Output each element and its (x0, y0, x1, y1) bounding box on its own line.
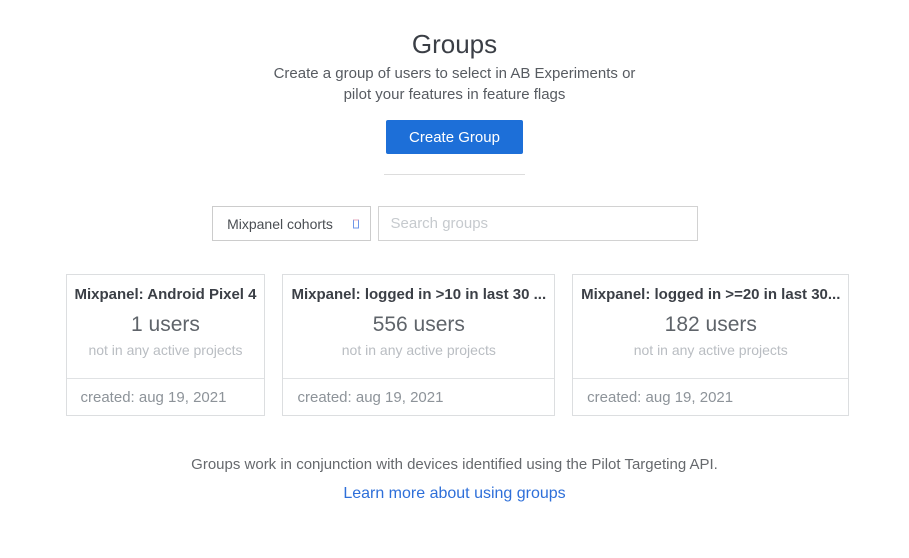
header-divider (384, 174, 525, 175)
group-card-title: Mixpanel: Android Pixel 4 (67, 285, 265, 305)
group-card-body: Mixpanel: logged in >10 in last 30 ... 5… (283, 275, 554, 378)
group-card-body: Mixpanel: logged in >=20 in last 30... 1… (573, 275, 848, 378)
page-subtitle: Create a group of users to select in AB … (0, 63, 909, 105)
subtitle-line-2: pilot your features in feature flags (0, 84, 909, 105)
group-card-user-count: 556 users (283, 312, 554, 338)
group-card-created: created: aug 19, 2021 (283, 378, 554, 415)
search-groups-input[interactable] (378, 206, 698, 241)
page-title: Groups (0, 29, 909, 60)
group-card[interactable]: Mixpanel: logged in >10 in last 30 ... 5… (282, 274, 555, 416)
groups-page: Groups Create a group of users to select… (0, 0, 909, 558)
group-card-created: created: aug 19, 2021 (573, 378, 848, 415)
subtitle-line-1: Create a group of users to select in AB … (0, 63, 909, 84)
group-card-status: not in any active projects (573, 341, 848, 359)
footer-link-row: Learn more about using groups (0, 485, 909, 503)
cohort-source-select[interactable]: Mixpanel cohorts (212, 206, 371, 241)
group-card-created: created: aug 19, 2021 (67, 378, 265, 415)
cohort-source-select-value: Mixpanel cohorts (227, 216, 333, 232)
page-header: Groups Create a group of users to select… (0, 0, 909, 175)
group-card-title: Mixpanel: logged in >10 in last 30 ... (283, 285, 554, 305)
group-card[interactable]: Mixpanel: logged in >=20 in last 30... 1… (572, 274, 849, 416)
learn-more-link[interactable]: Learn more about using groups (343, 485, 565, 502)
footer-info-text: Groups work in conjunction with devices … (0, 455, 909, 475)
filters-row: Mixpanel cohorts (0, 206, 909, 241)
group-card-user-count: 1 users (67, 312, 265, 338)
group-card-user-count: 182 users (573, 312, 848, 338)
group-card-status: not in any active projects (283, 341, 554, 359)
dropdown-indicator-icon (353, 219, 359, 228)
group-card-body: Mixpanel: Android Pixel 4 1 users not in… (67, 275, 265, 378)
group-card[interactable]: Mixpanel: Android Pixel 4 1 users not in… (66, 274, 266, 416)
create-group-button[interactable]: Create Group (386, 120, 523, 154)
group-card-title: Mixpanel: logged in >=20 in last 30... (573, 285, 848, 305)
group-card-status: not in any active projects (67, 341, 265, 359)
group-cards-row: Mixpanel: Android Pixel 4 1 users not in… (66, 274, 844, 416)
